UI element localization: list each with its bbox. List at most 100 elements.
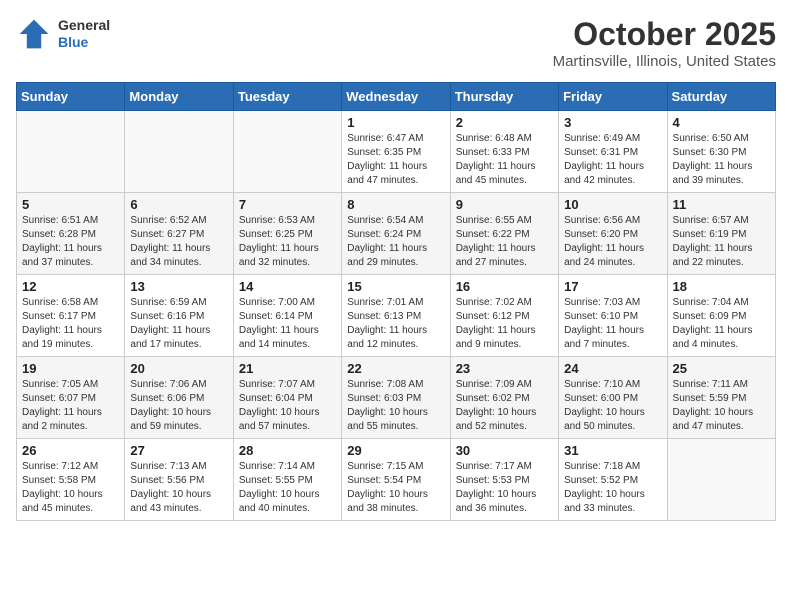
day-cell: 6Sunrise: 6:52 AM Sunset: 6:27 PM Daylig… bbox=[125, 193, 233, 275]
day-info: Sunrise: 7:14 AM Sunset: 5:55 PM Dayligh… bbox=[239, 460, 336, 516]
day-info: Sunrise: 6:49 AM Sunset: 6:31 PM Dayligh… bbox=[564, 132, 661, 188]
day-cell: 10Sunrise: 6:56 AM Sunset: 6:20 PM Dayli… bbox=[559, 193, 667, 275]
title-block: October 2025 Martinsville, Illinois, Uni… bbox=[553, 16, 776, 70]
day-info: Sunrise: 6:55 AM Sunset: 6:22 PM Dayligh… bbox=[456, 214, 553, 270]
day-info: Sunrise: 7:01 AM Sunset: 6:13 PM Dayligh… bbox=[347, 296, 444, 352]
logo-blue: Blue bbox=[58, 34, 110, 51]
day-info: Sunrise: 6:53 AM Sunset: 6:25 PM Dayligh… bbox=[239, 214, 336, 270]
day-number: 16 bbox=[456, 279, 553, 294]
day-number: 7 bbox=[239, 197, 336, 212]
day-cell bbox=[125, 111, 233, 193]
day-info: Sunrise: 7:11 AM Sunset: 5:59 PM Dayligh… bbox=[673, 378, 770, 434]
day-info: Sunrise: 6:52 AM Sunset: 6:27 PM Dayligh… bbox=[130, 214, 227, 270]
day-number: 28 bbox=[239, 443, 336, 458]
calendar: SundayMondayTuesdayWednesdayThursdayFrid… bbox=[16, 82, 776, 521]
day-cell: 28 Sunrise: 7:14 AM Sunset: 5:55 PM Dayli… bbox=[233, 439, 341, 521]
day-number: 17 bbox=[564, 279, 661, 294]
weekday-header-sunday: Sunday bbox=[17, 83, 125, 111]
day-cell: 31 Sunrise: 7:18 AM Sunset: 5:52 PM Dayli… bbox=[559, 439, 667, 521]
day-info: Sunrise: 6:50 AM Sunset: 6:30 PM Dayligh… bbox=[673, 132, 770, 188]
week-row-2: 5 Sunrise: 6:51 AM Sunset: 6:28 PM Daylig… bbox=[17, 193, 776, 275]
day-info: Sunrise: 6:54 AM Sunset: 6:24 PM Dayligh… bbox=[347, 214, 444, 270]
day-info: Sunrise: 7:07 AM Sunset: 6:04 PM Dayligh… bbox=[239, 378, 336, 434]
day-cell: 14 Sunrise: 7:00 AM Sunset: 6:14 PM Dayli… bbox=[233, 275, 341, 357]
day-cell: 3 Sunrise: 6:49 AM Sunset: 6:31 PM Daylig… bbox=[559, 111, 667, 193]
weekday-header-row: SundayMondayTuesdayWednesdayThursdayFrid… bbox=[17, 83, 776, 111]
day-info: Sunrise: 7:12 AM Sunset: 5:58 PM Dayligh… bbox=[22, 460, 119, 516]
day-cell bbox=[233, 111, 341, 193]
day-info: Sunrise: 6:57 AM Sunset: 6:19 PM Dayligh… bbox=[673, 214, 770, 270]
day-info: Sunrise: 7:09 AM Sunset: 6:02 PM Dayligh… bbox=[456, 378, 553, 434]
day-cell: 4 Sunrise: 6:50 AM Sunset: 6:30 PM Daylig… bbox=[667, 111, 775, 193]
day-number: 29 bbox=[347, 443, 444, 458]
day-cell: 26 Sunrise: 7:12 AM Sunset: 5:58 PM Dayli… bbox=[17, 439, 125, 521]
day-cell: 30 Sunrise: 7:17 AM Sunset: 5:53 PM Dayli… bbox=[450, 439, 558, 521]
day-number: 19 bbox=[22, 361, 119, 376]
day-info: Sunrise: 7:06 AM Sunset: 6:06 PM Dayligh… bbox=[130, 378, 227, 434]
day-number: 12 bbox=[22, 279, 119, 294]
day-info: Sunrise: 6:58 AM Sunset: 6:17 PM Dayligh… bbox=[22, 296, 119, 352]
logo-general: General bbox=[58, 17, 110, 34]
location: Martinsville, Illinois, United States bbox=[553, 53, 776, 70]
day-info: Sunrise: 7:00 AM Sunset: 6:14 PM Dayligh… bbox=[239, 296, 336, 352]
weekday-header-thursday: Thursday bbox=[450, 83, 558, 111]
day-number: 31 bbox=[564, 443, 661, 458]
day-cell: 22 Sunrise: 7:08 AM Sunset: 6:03 PM Dayli… bbox=[342, 357, 450, 439]
day-cell: 23Sunrise: 7:09 AM Sunset: 6:02 PM Dayli… bbox=[450, 357, 558, 439]
day-cell: 20Sunrise: 7:06 AM Sunset: 6:06 PM Dayli… bbox=[125, 357, 233, 439]
day-number: 27 bbox=[130, 443, 227, 458]
day-cell: 17 Sunrise: 7:03 AM Sunset: 6:10 PM Dayli… bbox=[559, 275, 667, 357]
day-number: 11 bbox=[673, 197, 770, 212]
weekday-header-wednesday: Wednesday bbox=[342, 83, 450, 111]
day-cell: 18 Sunrise: 7:04 AM Sunset: 6:09 PM Dayli… bbox=[667, 275, 775, 357]
day-number: 22 bbox=[347, 361, 444, 376]
day-info: Sunrise: 7:18 AM Sunset: 5:52 PM Dayligh… bbox=[564, 460, 661, 516]
week-row-1: 1Sunrise: 6:47 AM Sunset: 6:35 PM Daylig… bbox=[17, 111, 776, 193]
week-row-3: 12 Sunrise: 6:58 AM Sunset: 6:17 PM Dayli… bbox=[17, 275, 776, 357]
day-info: Sunrise: 7:08 AM Sunset: 6:03 PM Dayligh… bbox=[347, 378, 444, 434]
logo: General Blue bbox=[16, 16, 110, 52]
day-number: 18 bbox=[673, 279, 770, 294]
day-cell: 11 Sunrise: 6:57 AM Sunset: 6:19 PM Dayli… bbox=[667, 193, 775, 275]
day-cell: 27Sunrise: 7:13 AM Sunset: 5:56 PM Dayli… bbox=[125, 439, 233, 521]
day-cell: 9 Sunrise: 6:55 AM Sunset: 6:22 PM Daylig… bbox=[450, 193, 558, 275]
day-info: Sunrise: 7:04 AM Sunset: 6:09 PM Dayligh… bbox=[673, 296, 770, 352]
page-header: General Blue October 2025 Martinsville, … bbox=[16, 16, 776, 70]
day-number: 26 bbox=[22, 443, 119, 458]
day-info: Sunrise: 7:05 AM Sunset: 6:07 PM Dayligh… bbox=[22, 378, 119, 434]
weekday-header-saturday: Saturday bbox=[667, 83, 775, 111]
day-cell: 29Sunrise: 7:15 AM Sunset: 5:54 PM Dayli… bbox=[342, 439, 450, 521]
day-number: 8 bbox=[347, 197, 444, 212]
logo-text: General Blue bbox=[58, 17, 110, 51]
day-cell: 8 Sunrise: 6:54 AM Sunset: 6:24 PM Daylig… bbox=[342, 193, 450, 275]
day-number: 10 bbox=[564, 197, 661, 212]
day-cell: 19 Sunrise: 7:05 AM Sunset: 6:07 PM Dayli… bbox=[17, 357, 125, 439]
day-number: 21 bbox=[239, 361, 336, 376]
day-info: Sunrise: 7:03 AM Sunset: 6:10 PM Dayligh… bbox=[564, 296, 661, 352]
day-cell: 21 Sunrise: 7:07 AM Sunset: 6:04 PM Dayli… bbox=[233, 357, 341, 439]
weekday-header-tuesday: Tuesday bbox=[233, 83, 341, 111]
logo-icon bbox=[16, 16, 52, 52]
week-row-5: 26 Sunrise: 7:12 AM Sunset: 5:58 PM Dayli… bbox=[17, 439, 776, 521]
day-cell: 25 Sunrise: 7:11 AM Sunset: 5:59 PM Dayli… bbox=[667, 357, 775, 439]
day-number: 25 bbox=[673, 361, 770, 376]
day-number: 13 bbox=[130, 279, 227, 294]
day-number: 30 bbox=[456, 443, 553, 458]
day-number: 24 bbox=[564, 361, 661, 376]
day-cell bbox=[17, 111, 125, 193]
day-number: 3 bbox=[564, 115, 661, 130]
month-title: October 2025 bbox=[553, 16, 776, 53]
day-cell: 15Sunrise: 7:01 AM Sunset: 6:13 PM Dayli… bbox=[342, 275, 450, 357]
day-info: Sunrise: 7:17 AM Sunset: 5:53 PM Dayligh… bbox=[456, 460, 553, 516]
day-number: 9 bbox=[456, 197, 553, 212]
day-cell: 2Sunrise: 6:48 AM Sunset: 6:33 PM Daylig… bbox=[450, 111, 558, 193]
day-info: Sunrise: 6:59 AM Sunset: 6:16 PM Dayligh… bbox=[130, 296, 227, 352]
day-number: 14 bbox=[239, 279, 336, 294]
day-cell: 1Sunrise: 6:47 AM Sunset: 6:35 PM Daylig… bbox=[342, 111, 450, 193]
day-info: Sunrise: 6:48 AM Sunset: 6:33 PM Dayligh… bbox=[456, 132, 553, 188]
day-cell bbox=[667, 439, 775, 521]
weekday-header-friday: Friday bbox=[559, 83, 667, 111]
day-number: 5 bbox=[22, 197, 119, 212]
day-info: Sunrise: 6:51 AM Sunset: 6:28 PM Dayligh… bbox=[22, 214, 119, 270]
day-number: 4 bbox=[673, 115, 770, 130]
